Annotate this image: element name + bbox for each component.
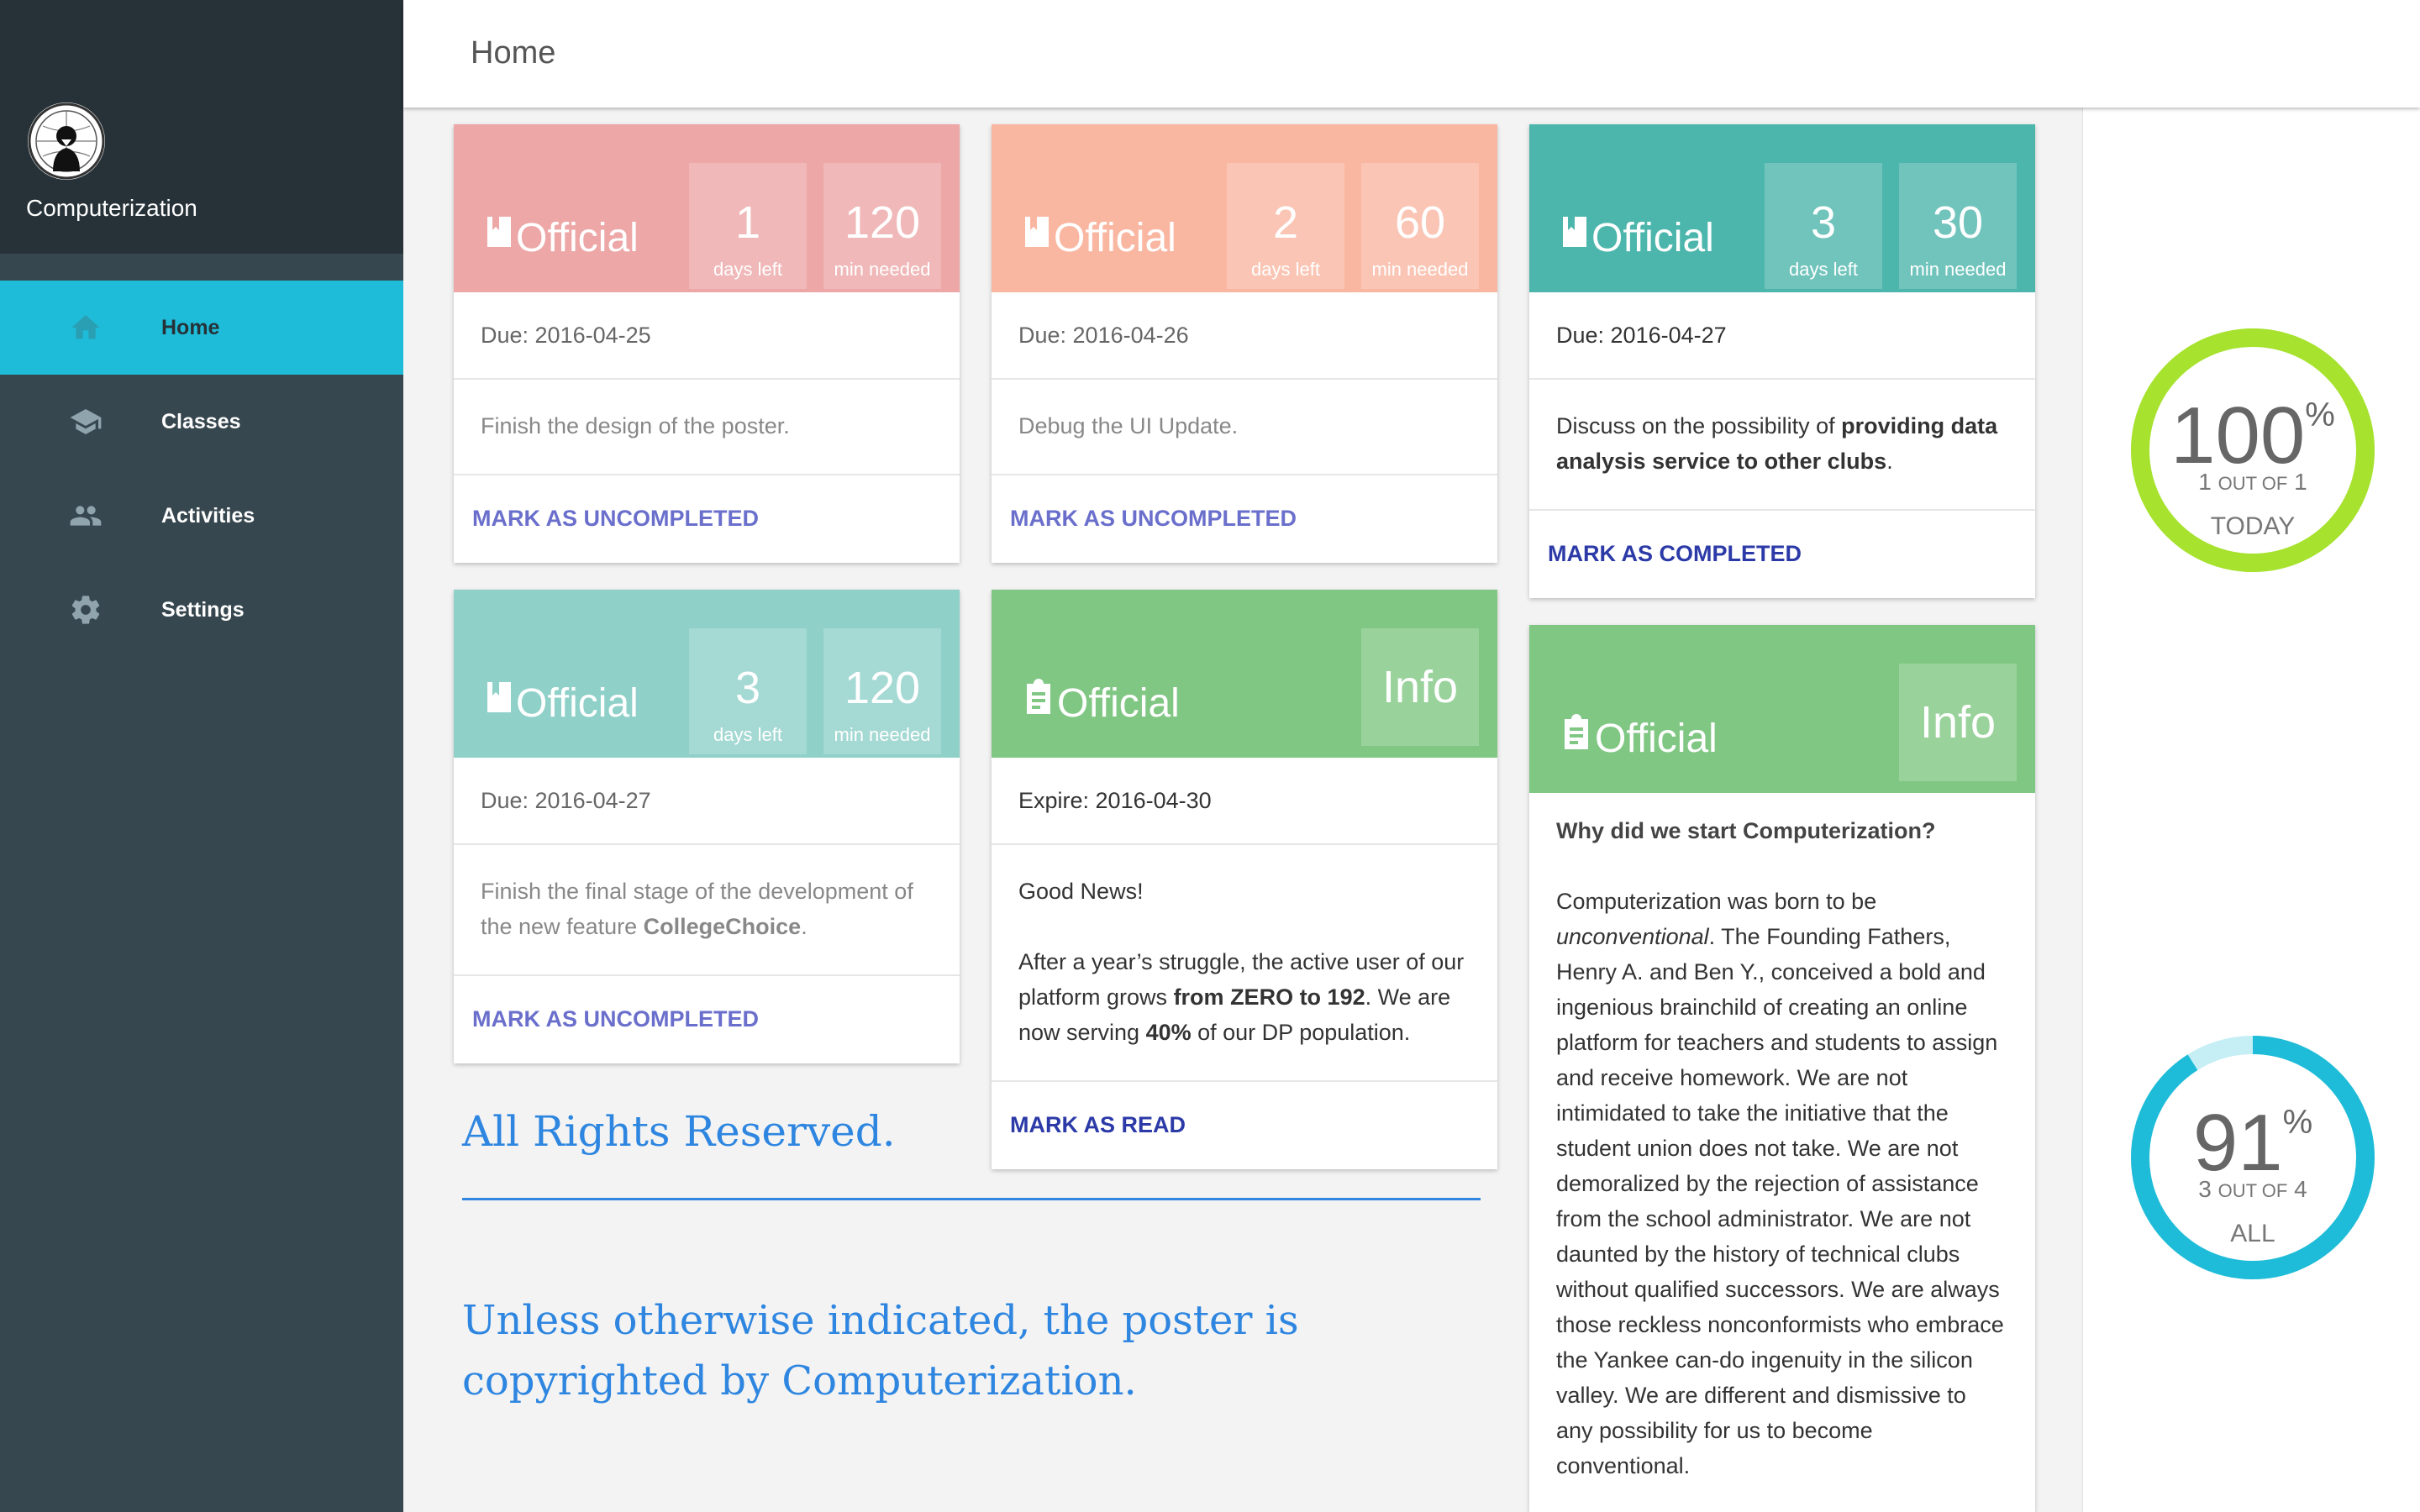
sidebar: Computerization Home Classes Activities … xyxy=(0,0,403,1512)
school-icon xyxy=(67,405,108,438)
card-expire-date: Expire: 2016-04-30 xyxy=(992,758,1497,845)
sidebar-item-activities[interactable]: Activities xyxy=(0,469,403,563)
card-header: Official 1 days left 120 min needed xyxy=(454,124,960,292)
days-left-badge: 2 days left xyxy=(1227,163,1344,289)
news-body: After a year’s struggle, the active user… xyxy=(1018,949,1465,1045)
card-description: Debug the UI Update. xyxy=(992,380,1497,475)
logo-icon xyxy=(28,102,105,180)
card-due-date: Due: 2016-04-27 xyxy=(454,758,960,845)
mark-uncompleted-button[interactable]: MARK AS UNCOMPLETED xyxy=(992,475,1497,563)
sidebar-item-settings[interactable]: Settings xyxy=(0,563,403,657)
gear-icon xyxy=(67,593,108,627)
card-description: Discuss on the possibility of providing … xyxy=(1529,380,2035,511)
days-left-badge: 3 days left xyxy=(689,628,807,754)
top-bar: Home xyxy=(403,0,2420,108)
all-label: ALL xyxy=(2230,1220,2275,1247)
card-due-date: Due: 2016-04-26 xyxy=(992,292,1497,380)
card-description: Finish the final stage of the developmen… xyxy=(454,845,960,976)
mark-read-button[interactable]: MARK AS READ xyxy=(992,1082,1497,1169)
card-header: Official Info xyxy=(992,590,1497,758)
minutes-needed-badge: 120 min needed xyxy=(823,163,941,289)
sidebar-item-label: Activities xyxy=(161,504,255,528)
minutes-needed-badge: 30 min needed xyxy=(1899,163,2017,289)
days-left-badge: 1 days left xyxy=(689,163,807,289)
article-body: Computerization was born to be unconvent… xyxy=(1556,889,2004,1478)
sidebar-item-label: Home xyxy=(161,316,220,339)
news-headline: Good News! xyxy=(1018,879,1144,904)
clipboard-icon xyxy=(1561,713,1591,759)
card-due-date: Due: 2016-04-25 xyxy=(454,292,960,380)
clipboard-icon xyxy=(1023,678,1054,724)
minutes-needed-badge: 60 min needed xyxy=(1361,163,1479,289)
card-type: Official xyxy=(1023,215,1176,264)
mark-uncompleted-button[interactable]: MARK AS UNCOMPLETED xyxy=(454,475,960,563)
all-progress-ring: 91% 3 OUT OF 4 ALL xyxy=(2128,1033,2377,1282)
brand-name: Computerization xyxy=(26,195,197,221)
book-icon xyxy=(486,678,513,724)
task-card: Official 3 days left 120 min needed Due: 2… xyxy=(454,590,960,1063)
info-card: Official Info Why did we start Computeri… xyxy=(1529,625,2035,1512)
rights-reserved: All Rights Reserved. xyxy=(462,1107,896,1156)
all-count: 3 OUT OF 4 xyxy=(2198,1176,2307,1202)
divider xyxy=(462,1198,1481,1200)
home-icon xyxy=(67,311,108,344)
days-left-badge: 3 days left xyxy=(1765,163,1882,289)
info-card: Official Info Expire: 2016-04-30 Good Ne… xyxy=(992,590,1497,1169)
people-icon xyxy=(67,499,108,533)
book-icon xyxy=(1561,213,1588,259)
card-due-date: Due: 2016-04-27 xyxy=(1529,292,2035,380)
minutes-needed-badge: 120 min needed xyxy=(823,628,941,754)
card-body: Why did we start Computerization? Comput… xyxy=(1529,793,2035,1483)
sidebar-item-label: Settings xyxy=(161,598,245,622)
card-type: Official xyxy=(1561,713,1718,764)
card-description: Good News! After a year’s struggle, the … xyxy=(992,845,1497,1082)
today-label: TODAY xyxy=(2210,512,2296,540)
info-badge: Info xyxy=(1361,628,1479,746)
card-type: Official xyxy=(1561,215,1714,264)
card-type: Official xyxy=(1023,678,1180,729)
book-icon xyxy=(1023,213,1050,259)
sidebar-nav: Home Classes Activities Settings xyxy=(0,281,403,657)
task-card: Official 2 days left 60 min needed Due: 20… xyxy=(992,124,1497,563)
today-count: 1 OUT OF 1 xyxy=(2198,469,2307,495)
sidebar-header: Computerization xyxy=(0,0,403,254)
card-type: Official xyxy=(486,215,639,264)
card-description: Finish the design of the poster. xyxy=(454,380,960,475)
sidebar-item-classes[interactable]: Classes xyxy=(0,375,403,469)
stats-panel: 100% 1 OUT OF 1 TODAY 91% 3 OUT OF 4 ALL xyxy=(2082,108,2420,1512)
today-progress-ring: 100% 1 OUT OF 1 TODAY xyxy=(2128,326,2377,575)
article-question: Why did we start Computerization? xyxy=(1556,818,1936,843)
sidebar-item-home[interactable]: Home xyxy=(0,281,403,375)
card-type: Official xyxy=(486,680,639,729)
card-header: Official 3 days left 30 min needed xyxy=(1529,124,2035,292)
card-header: Official 3 days left 120 min needed xyxy=(454,590,960,758)
mark-uncompleted-button[interactable]: MARK AS UNCOMPLETED xyxy=(454,976,960,1063)
task-card: Official 1 days left 120 min needed Due: 2… xyxy=(454,124,960,563)
copyright-notice: Unless otherwise indicated, the poster i… xyxy=(462,1297,1299,1404)
card-header: Official 2 days left 60 min needed xyxy=(992,124,1497,292)
book-icon xyxy=(486,213,513,259)
sidebar-item-label: Classes xyxy=(161,410,241,433)
mark-completed-button[interactable]: MARK AS COMPLETED xyxy=(1529,511,2035,598)
task-card: Official 3 days left 30 min needed Due: 20… xyxy=(1529,124,2035,598)
page-title: Home xyxy=(471,35,556,71)
card-header: Official Info xyxy=(1529,625,2035,793)
info-badge: Info xyxy=(1899,664,2017,781)
